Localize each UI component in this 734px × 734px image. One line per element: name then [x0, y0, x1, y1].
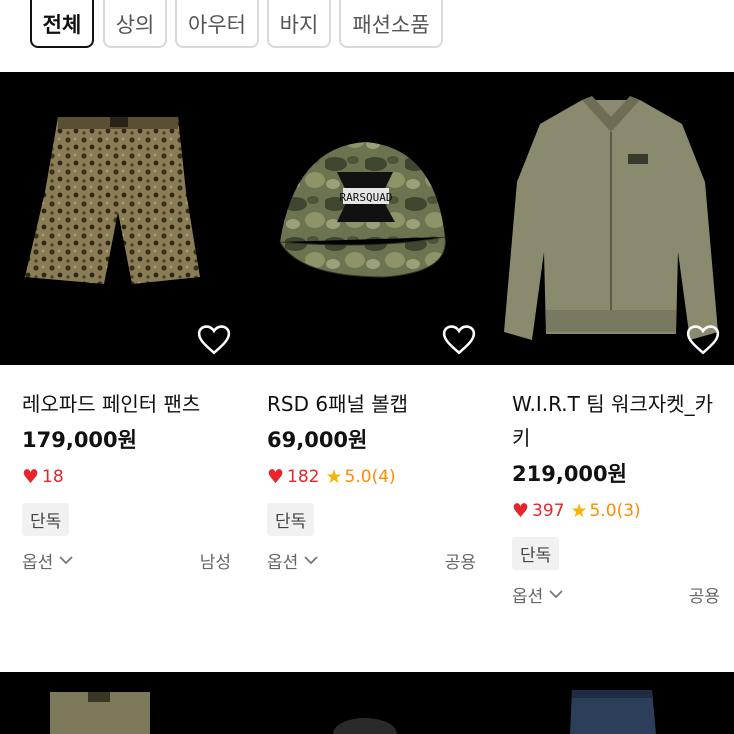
cap-logo-text: RARSQUAD — [340, 191, 393, 204]
star-icon: ★ — [570, 500, 588, 522]
camo-cap-image: RARSQUAD — [279, 142, 446, 278]
tab-pants[interactable]: 바지 — [267, 0, 331, 48]
product-image-row2[interactable] — [0, 672, 245, 734]
option-label: 옵션 — [267, 553, 299, 573]
product-price: 179,000원 — [22, 428, 137, 452]
category-tabs: 전체 상의 아우터 바지 패션소품 — [0, 0, 734, 72]
work-jacket-image — [504, 96, 718, 340]
product-image[interactable] — [490, 72, 734, 365]
product-stats: ♥ 397 ★ 5.0(3) — [512, 499, 720, 523]
option-label: 옵션 — [22, 553, 54, 573]
gender-label: 남성 — [199, 553, 231, 573]
option-label: 옵션 — [512, 587, 544, 607]
camo-pants-image — [50, 692, 150, 734]
dark-item-image — [333, 718, 397, 734]
product-title[interactable]: 레오파드 페인터 팬츠 — [22, 387, 231, 421]
tab-all[interactable]: 전체 — [30, 0, 94, 48]
product-image[interactable] — [0, 72, 245, 365]
product-title[interactable]: W.I.R.T 팀 워크자켓_카키 — [512, 387, 720, 455]
like-count: 182 — [287, 467, 320, 487]
chevron-down-icon — [59, 556, 73, 565]
star-icon: ★ — [325, 466, 343, 488]
tab-outer[interactable]: 아우터 — [175, 0, 259, 48]
wishlist-heart-icon[interactable] — [442, 324, 476, 356]
denim-jeans-image — [570, 690, 656, 734]
chevron-down-icon — [304, 556, 318, 565]
tab-tops[interactable]: 상의 — [103, 0, 167, 48]
exclusive-badge: 단독 — [267, 503, 315, 536]
like-heart-icon: ♥ — [512, 500, 530, 522]
option-dropdown[interactable]: 옵션 — [267, 548, 318, 573]
product-card[interactable]: RARSQUAD RSD 6패널 볼캡 69,000원 ♥ 182 ★ 5.0(… — [245, 72, 490, 672]
chevron-down-icon — [549, 590, 563, 599]
product-stats: ♥ 18 — [22, 465, 231, 489]
gender-label: 공용 — [688, 587, 720, 607]
product-title[interactable]: RSD 6패널 볼캡 — [267, 387, 476, 421]
gender-label: 공용 — [444, 553, 476, 573]
tab-accessories[interactable]: 패션소품 — [339, 0, 443, 48]
product-card[interactable]: W.I.R.T 팀 워크자켓_카키 219,000원 ♥ 397 ★ 5.0(3… — [490, 72, 734, 672]
like-count: 18 — [42, 467, 64, 487]
product-card[interactable]: 레오파드 페인터 팬츠 179,000원 ♥ 18 단독 옵션 남성 — [0, 72, 245, 672]
product-info: W.I.R.T 팀 워크자켓_카키 219,000원 ♥ 397 ★ 5.0(3… — [512, 365, 720, 607]
option-row: 옵션 공용 — [267, 548, 476, 573]
product-info: RSD 6패널 볼캡 69,000원 ♥ 182 ★ 5.0(4) 단독 옵션 … — [267, 365, 476, 573]
wishlist-heart-icon[interactable] — [686, 324, 720, 356]
product-price: 69,000원 — [267, 428, 368, 452]
product-image[interactable]: RARSQUAD — [245, 72, 490, 365]
like-heart-icon: ♥ — [267, 466, 285, 488]
exclusive-badge: 단독 — [22, 503, 70, 536]
product-stats: ♥ 182 ★ 5.0(4) — [267, 465, 476, 489]
product-info: 레오파드 페인터 팬츠 179,000원 ♥ 18 단독 옵션 남성 — [22, 365, 231, 573]
rating-text: 5.0(4) — [344, 467, 396, 487]
product-image-row2[interactable] — [245, 672, 490, 734]
option-dropdown[interactable]: 옵션 — [22, 548, 73, 573]
like-count: 397 — [532, 501, 565, 521]
leopard-shorts-image — [25, 117, 200, 284]
wishlist-heart-icon[interactable] — [197, 324, 231, 356]
product-price: 219,000원 — [512, 462, 627, 486]
option-dropdown[interactable]: 옵션 — [512, 582, 563, 607]
exclusive-badge: 단독 — [512, 537, 560, 570]
like-heart-icon: ♥ — [22, 466, 40, 488]
product-image-row2[interactable] — [490, 672, 734, 734]
option-row: 옵션 공용 — [512, 582, 720, 607]
option-row: 옵션 남성 — [22, 548, 231, 573]
rating-text: 5.0(3) — [589, 501, 641, 521]
